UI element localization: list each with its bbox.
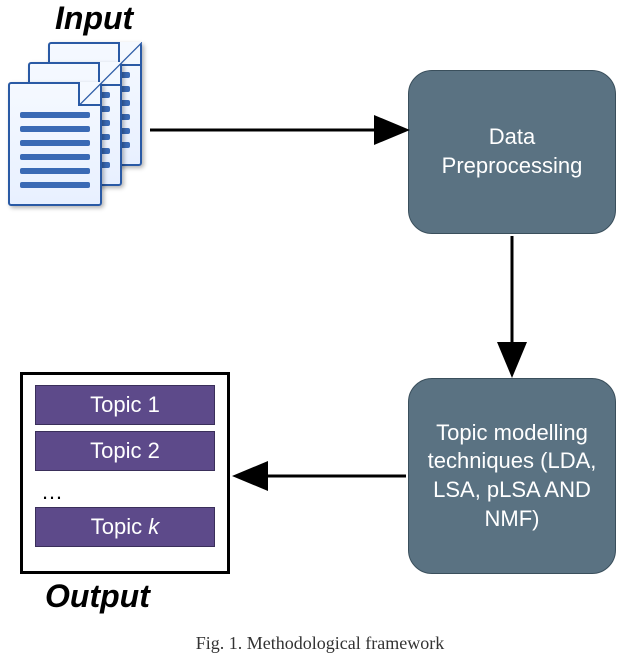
document-icon: [8, 82, 102, 206]
data-preprocessing-box: Data Preprocessing: [408, 70, 616, 234]
figure-caption: Fig. 1. Methodological framework: [0, 633, 640, 654]
topic-k-var: k: [148, 514, 159, 539]
output-label: Output: [45, 578, 150, 615]
box-label: Topic modelling techniques (LDA, LSA, pL…: [419, 419, 605, 533]
topic-pill: Topic k: [35, 507, 215, 547]
ellipsis: …: [35, 477, 215, 507]
topic-modelling-box: Topic modelling techniques (LDA, LSA, pL…: [408, 378, 616, 574]
topic-k-prefix: Topic: [91, 514, 148, 539]
box-label: Data Preprocessing: [419, 123, 605, 180]
topic-pill: Topic 2: [35, 431, 215, 471]
diagram-canvas: Input Data Preprocessing Topic modelling…: [0, 0, 640, 660]
topic-pill: Topic 1: [35, 385, 215, 425]
output-box: Topic 1 Topic 2 … Topic k: [20, 372, 230, 574]
input-label: Input: [55, 0, 133, 37]
documents-icon: [8, 42, 148, 212]
